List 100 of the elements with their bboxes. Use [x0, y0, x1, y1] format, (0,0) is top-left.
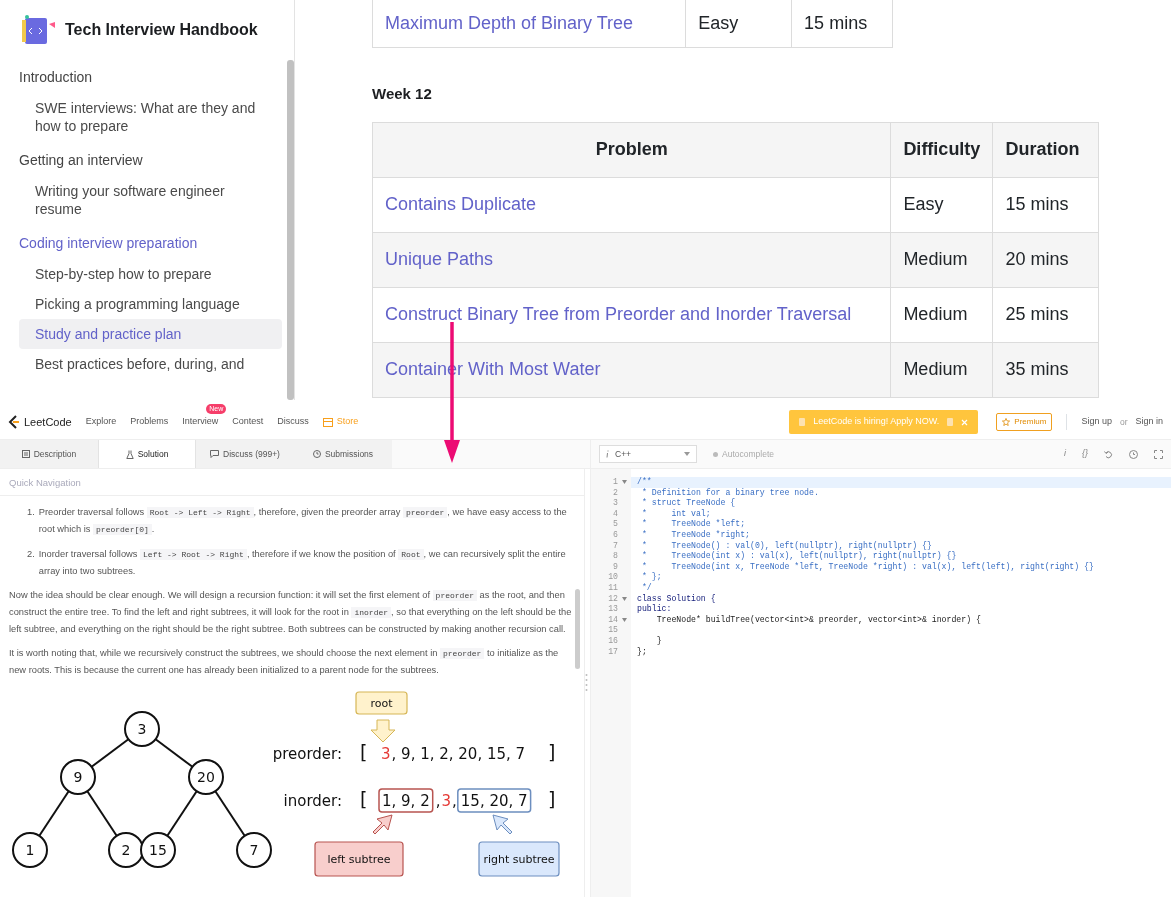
- line-number: 10: [608, 572, 618, 583]
- tab[interactable]: Submissions: [294, 440, 392, 468]
- sidebar-category[interactable]: Getting an interview: [19, 145, 278, 176]
- nav-link[interactable]: Contest: [232, 415, 264, 429]
- code-line: }: [655, 635, 663, 647]
- table-cell: 20 mins: [992, 232, 1099, 287]
- line-number: 12: [608, 593, 618, 605]
- tree-edge: [90, 738, 130, 768]
- scrollbar[interactable]: [287, 60, 294, 400]
- tree-edge: [86, 790, 118, 837]
- document-icon: [21, 450, 30, 458]
- column-header: Difficulty: [890, 122, 993, 177]
- list-marker: 1.: [27, 506, 35, 519]
- notebook-logo-icon[interactable]: [19, 14, 57, 46]
- bracket: [: [360, 741, 368, 763]
- code-line: * };: [640, 572, 663, 583]
- code-line: };: [636, 646, 648, 658]
- drag-handle-icon[interactable]: [585, 673, 588, 693]
- problem-link[interactable]: Maximum Depth of Binary Tree: [385, 13, 634, 33]
- site-title[interactable]: Tech Interview Handbook: [65, 18, 258, 42]
- problem-link[interactable]: Construct Binary Tree from Preorder and Inorder Traversal: [385, 304, 852, 324]
- fold-caret-icon[interactable]: [622, 618, 627, 622]
- left-subtree-values: 1, 9, 2: [378, 788, 434, 813]
- tree-edge: [166, 790, 198, 837]
- bracket: [: [360, 788, 368, 810]
- table-cell: Medium: [890, 232, 993, 287]
- sidebar-item[interactable]: Writing your software engineer resume: [19, 176, 282, 224]
- badge-icon: [799, 418, 806, 426]
- tab[interactable]: Solution: [98, 440, 196, 468]
- up-arrow: [372, 814, 393, 835]
- tree-node: 15: [140, 832, 176, 868]
- array-label: inorder:: [283, 792, 342, 810]
- fullscreen-icon[interactable]: [1154, 449, 1163, 459]
- line-number: 6: [613, 529, 618, 541]
- status-dot-icon: [713, 451, 718, 457]
- right-subtree-values: 15, 20, 7: [457, 788, 532, 813]
- undo-icon[interactable]: [1104, 449, 1113, 459]
- tree-node: 9: [60, 759, 96, 795]
- nav-link[interactable]: Explore: [85, 415, 117, 429]
- code-line: TreeNode* buildTree(vector<int>& preorder, vector<int>& inorder) {: [655, 614, 982, 626]
- language-select[interactable]: C++: [599, 445, 697, 463]
- sign-up-link[interactable]: Sign up: [1081, 415, 1112, 429]
- nav-link[interactable]: Interview: [182, 416, 219, 427]
- sidebar-item[interactable]: SWE interviews: What are they and how to prepare: [19, 93, 282, 141]
- line-number: 9: [613, 561, 618, 573]
- sidebar-item[interactable]: Picking a programming language: [19, 289, 282, 319]
- code-line: */: [640, 582, 653, 594]
- sidebar-category[interactable]: Introduction: [19, 62, 278, 93]
- clock-icon: [312, 450, 321, 458]
- fold-caret-icon[interactable]: [622, 480, 627, 485]
- code-line: * struct TreeNode {: [640, 498, 737, 509]
- toolbar-button[interactable]: {}: [1082, 447, 1088, 461]
- line-number: 8: [613, 551, 618, 562]
- down-arrow: [370, 719, 396, 743]
- code-line: * Definition for a binary tree node.: [640, 487, 820, 498]
- sign-in-link[interactable]: Sign in: [1135, 415, 1163, 429]
- code-line: * TreeNode *right;: [640, 529, 751, 541]
- sidebar-item[interactable]: Best practices before, during, and: [19, 349, 282, 379]
- star-icon: [1002, 418, 1011, 426]
- fold-caret-icon[interactable]: [622, 596, 627, 601]
- sidebar-category[interactable]: Coding interview preparation: [19, 228, 278, 259]
- code-line: class Solution {: [636, 593, 717, 604]
- table-cell: 15 mins: [992, 177, 1099, 232]
- line-number: 1: [613, 477, 618, 488]
- brand-name[interactable]: LeetCode: [24, 413, 72, 431]
- scrollbar[interactable]: [575, 589, 580, 669]
- code-line: * TreeNode() : val(0), left(nullptr), right(nullptr) {}: [640, 540, 933, 551]
- paragraph: Now the idea should be clear enough. We will design a recursion function: it will set the first element of preorder as the root, and then construct the entire tree. To find the left and right subtrees, it will look for the root in inorder , so that everything on the left should be the left subtree, and everything on the right should be the right subtree. Both subtrees can be constructed by making another recursion call.: [9, 589, 573, 636]
- line-number: 3: [613, 498, 618, 509]
- table-cell: 15 mins: [791, 0, 893, 48]
- sidebar-item[interactable]: Study and practice plan: [19, 319, 282, 349]
- table-cell: Easy: [685, 0, 792, 48]
- line-number: 5: [613, 519, 618, 530]
- tab[interactable]: Discuss (999+): [196, 440, 294, 468]
- tree-node: 1: [12, 832, 48, 868]
- tree-node: 3: [124, 711, 160, 747]
- tree-edge: [214, 790, 246, 837]
- list-marker: 2.: [27, 548, 35, 561]
- caret-icon: [684, 452, 690, 456]
- or-text: or: [1119, 415, 1128, 429]
- tab[interactable]: Description: [0, 440, 98, 468]
- table-cell: 35 mins: [992, 342, 1099, 397]
- array-values: 3, 9, 1, 2, 20, 15, 7: [381, 745, 526, 763]
- column-header: Problem: [372, 122, 891, 177]
- clock-icon[interactable]: [1129, 449, 1138, 459]
- line-number: 2: [613, 487, 618, 499]
- code-line: * TreeNode(int x, TreeNode *left, TreeNode *right) : val(x), left(left), right(right) {}: [640, 561, 1095, 572]
- section-heading: Week 12: [372, 84, 433, 104]
- nav-link[interactable]: Problems: [130, 415, 169, 429]
- tree-edge: [38, 790, 70, 837]
- badge-icon: [947, 418, 954, 426]
- problem-link[interactable]: Contains Duplicate: [385, 194, 537, 214]
- problem-link[interactable]: Unique Paths: [385, 249, 494, 269]
- bracket: ]: [548, 741, 556, 763]
- line-number: 13: [608, 604, 618, 615]
- sidebar-item[interactable]: Step-by-step how to prepare: [19, 259, 282, 289]
- right-subtree-callout: right subtree: [478, 841, 560, 877]
- nav-link[interactable]: Discuss: [277, 415, 309, 429]
- toolbar-button[interactable]: i: [1064, 447, 1066, 461]
- leetcode-logo-icon[interactable]: [8, 415, 20, 429]
